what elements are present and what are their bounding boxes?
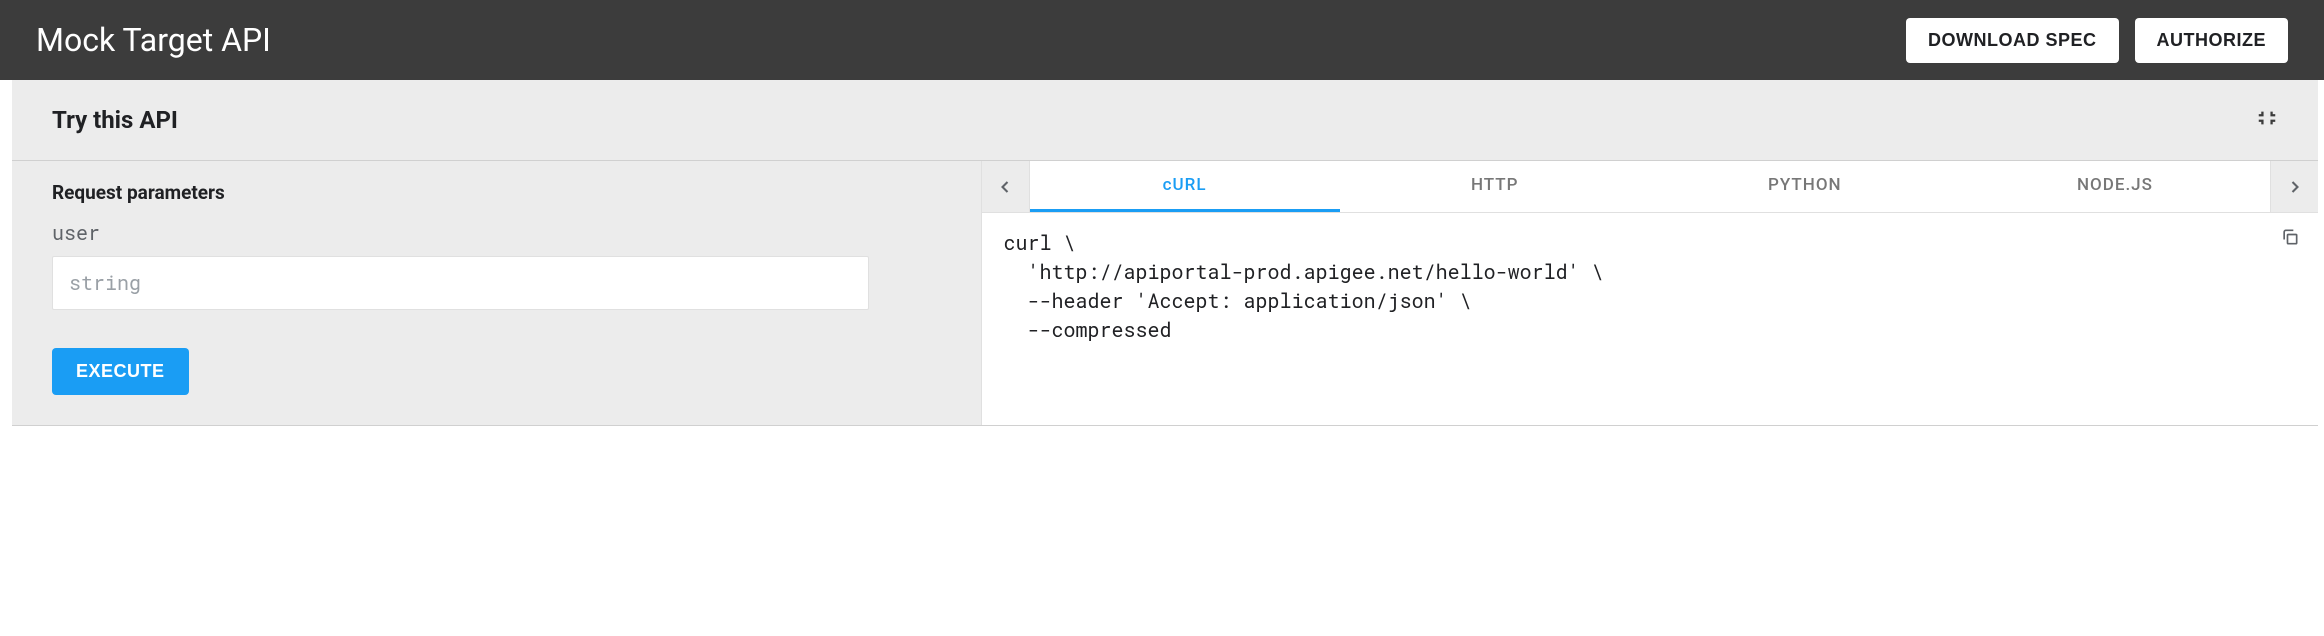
user-input[interactable]	[52, 256, 869, 310]
code-area: curl \ 'http://apiportal-prod.apigee.net…	[982, 213, 2318, 425]
panel-title: Try this API	[52, 106, 2256, 134]
tab-http[interactable]: HTTP	[1340, 161, 1650, 212]
tab-python[interactable]: PYTHON	[1650, 161, 1960, 212]
code-snippet: curl \ 'http://apiportal-prod.apigee.net…	[1004, 229, 2296, 345]
download-spec-button[interactable]: DOWNLOAD SPEC	[1906, 18, 2119, 63]
copy-icon[interactable]	[2280, 227, 2300, 251]
tab-curl[interactable]: cURL	[1030, 161, 1340, 212]
execute-button[interactable]: EXECUTE	[52, 348, 189, 395]
panel-body: Request parameters user EXECUTE cURL HTT…	[12, 161, 2318, 425]
tab-nodejs[interactable]: NODE.JS	[1960, 161, 2270, 212]
authorize-button[interactable]: AUTHORIZE	[2135, 18, 2289, 63]
try-api-panel: Try this API Request parameters user EXE…	[12, 80, 2318, 426]
tab-strip: cURL HTTP PYTHON NODE.JS	[982, 161, 2318, 213]
request-params-label: Request parameters	[52, 181, 941, 204]
tab-scroll-left-button[interactable]	[982, 161, 1030, 212]
tab-scroll-right-button[interactable]	[2270, 161, 2318, 212]
collapse-icon[interactable]	[2256, 107, 2278, 133]
panel-header: Try this API	[12, 80, 2318, 161]
field-name-user: user	[52, 220, 941, 246]
page-title: Mock Target API	[36, 21, 1906, 59]
tabs: cURL HTTP PYTHON NODE.JS	[1030, 161, 2270, 212]
topbar-buttons: DOWNLOAD SPEC AUTHORIZE	[1906, 18, 2288, 63]
code-sample-section: cURL HTTP PYTHON NODE.JS	[981, 161, 2318, 425]
topbar: Mock Target API DOWNLOAD SPEC AUTHORIZE	[0, 0, 2324, 80]
request-params-section: Request parameters user EXECUTE	[12, 161, 981, 425]
